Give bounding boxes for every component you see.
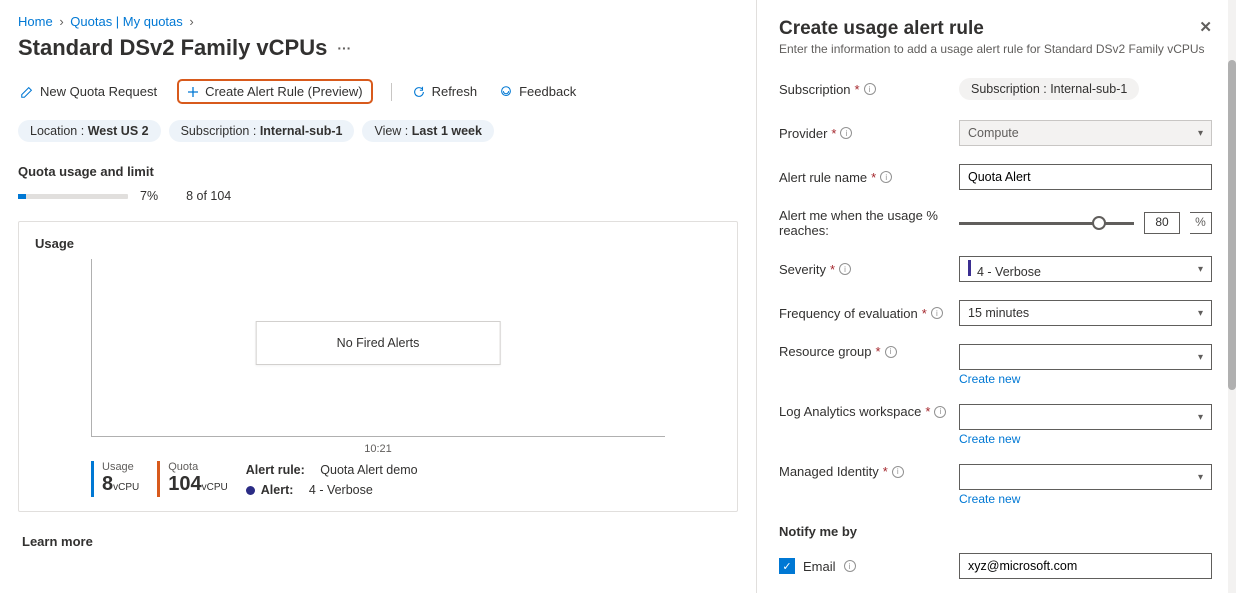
edit-icon bbox=[20, 85, 34, 99]
info-icon[interactable]: i bbox=[934, 406, 946, 418]
chevron-down-icon: ▾ bbox=[1198, 472, 1203, 483]
breadcrumb: Home › Quotas | My quotas › bbox=[18, 14, 738, 29]
create-alert-rule-panel: Create usage alert rule ✕ Enter the info… bbox=[756, 0, 1236, 593]
quota-progress-bar bbox=[18, 194, 128, 199]
create-new-managed-identity-link[interactable]: Create new bbox=[959, 492, 1212, 506]
stat-quota: Quota 104vCPU bbox=[157, 461, 228, 497]
usage-card: Usage No Fired Alerts 10:21 Usage 8vCPU bbox=[18, 221, 738, 512]
more-actions-button[interactable]: ··· bbox=[337, 40, 351, 56]
quota-percent: 7% bbox=[140, 189, 158, 203]
breadcrumb-quotas[interactable]: Quotas | My quotas bbox=[70, 14, 183, 29]
email-input[interactable] bbox=[959, 553, 1212, 579]
panel-title: Create usage alert rule bbox=[779, 18, 984, 40]
stat-usage: Usage 8vCPU bbox=[91, 461, 139, 497]
feedback-icon bbox=[499, 85, 513, 99]
chevron-down-icon: ▾ bbox=[1198, 264, 1203, 275]
info-icon[interactable]: i bbox=[864, 83, 876, 95]
feedback-button[interactable]: Feedback bbox=[497, 80, 578, 103]
info-icon[interactable]: i bbox=[885, 346, 897, 358]
filter-pill-view[interactable]: View : Last 1 week bbox=[362, 120, 493, 142]
refresh-button[interactable]: Refresh bbox=[410, 80, 480, 103]
percent-label: % bbox=[1190, 212, 1212, 234]
chevron-right-icon: › bbox=[186, 14, 196, 29]
slider-thumb[interactable] bbox=[1092, 216, 1106, 230]
info-icon[interactable]: i bbox=[892, 466, 904, 478]
scrollbar[interactable] bbox=[1228, 0, 1236, 593]
email-checkbox[interactable]: ✓ bbox=[779, 558, 795, 574]
quota-of-text: 8 of 104 bbox=[186, 189, 231, 203]
scrollbar-thumb[interactable] bbox=[1228, 60, 1236, 390]
info-icon[interactable]: i bbox=[880, 171, 892, 183]
chevron-right-icon: › bbox=[56, 14, 66, 29]
resource-group-select[interactable]: ▾ bbox=[959, 344, 1212, 370]
refresh-icon bbox=[412, 85, 426, 99]
chart-x-label: 10:21 bbox=[364, 443, 392, 455]
divider bbox=[391, 83, 392, 101]
page-title: Standard DSv2 Family vCPUs ··· bbox=[18, 35, 738, 61]
alert-rule-info: Alert rule: Quota Alert demo Alert: 4 - … bbox=[246, 461, 418, 497]
create-alert-rule-button[interactable]: Create Alert Rule (Preview) bbox=[177, 79, 373, 104]
alert-rule-name-input[interactable] bbox=[959, 164, 1212, 190]
info-icon[interactable]: i bbox=[844, 560, 856, 572]
quota-usage-heading: Quota usage and limit bbox=[18, 164, 738, 179]
create-new-log-workspace-link[interactable]: Create new bbox=[959, 432, 1212, 446]
log-workspace-select[interactable]: ▾ bbox=[959, 404, 1212, 430]
learn-more-heading: Learn more bbox=[18, 534, 738, 549]
plus-icon bbox=[187, 86, 199, 98]
frequency-select[interactable]: 15 minutes▾ bbox=[959, 300, 1212, 326]
severity-dot-icon bbox=[246, 486, 255, 495]
provider-select: Compute▾ bbox=[959, 120, 1212, 146]
new-quota-request-button[interactable]: New Quota Request bbox=[18, 80, 159, 103]
no-fired-alerts-message: No Fired Alerts bbox=[256, 321, 501, 365]
usage-title: Usage bbox=[35, 236, 721, 251]
notify-me-by-heading: Notify me by bbox=[779, 524, 1212, 539]
chevron-down-icon: ▾ bbox=[1198, 308, 1203, 319]
severity-select[interactable]: 4 - Verbose ▾ bbox=[959, 256, 1212, 282]
filter-pill-subscription[interactable]: Subscription : Internal-sub-1 bbox=[169, 120, 355, 142]
chart-area: No Fired Alerts 10:21 bbox=[91, 259, 665, 449]
quota-progress-fill bbox=[18, 194, 26, 199]
usage-percent-value[interactable]: 80 bbox=[1144, 212, 1180, 234]
info-icon[interactable]: i bbox=[839, 263, 851, 275]
close-panel-button[interactable]: ✕ bbox=[1199, 18, 1212, 36]
breadcrumb-home[interactable]: Home bbox=[18, 14, 53, 29]
chevron-down-icon: ▾ bbox=[1198, 352, 1203, 363]
chevron-down-icon: ▾ bbox=[1198, 412, 1203, 423]
chevron-down-icon: ▾ bbox=[1198, 128, 1203, 139]
subscription-readonly: Subscription : Internal-sub-1 bbox=[959, 78, 1139, 100]
toolbar: New Quota Request Create Alert Rule (Pre… bbox=[18, 79, 738, 104]
managed-identity-select[interactable]: ▾ bbox=[959, 464, 1212, 490]
panel-subtitle: Enter the information to add a usage ale… bbox=[779, 42, 1212, 56]
usage-percent-slider[interactable] bbox=[959, 213, 1134, 233]
info-icon[interactable]: i bbox=[931, 307, 943, 319]
filter-pill-location[interactable]: Location : West US 2 bbox=[18, 120, 161, 142]
info-icon[interactable]: i bbox=[840, 127, 852, 139]
create-new-resource-group-link[interactable]: Create new bbox=[959, 372, 1212, 386]
